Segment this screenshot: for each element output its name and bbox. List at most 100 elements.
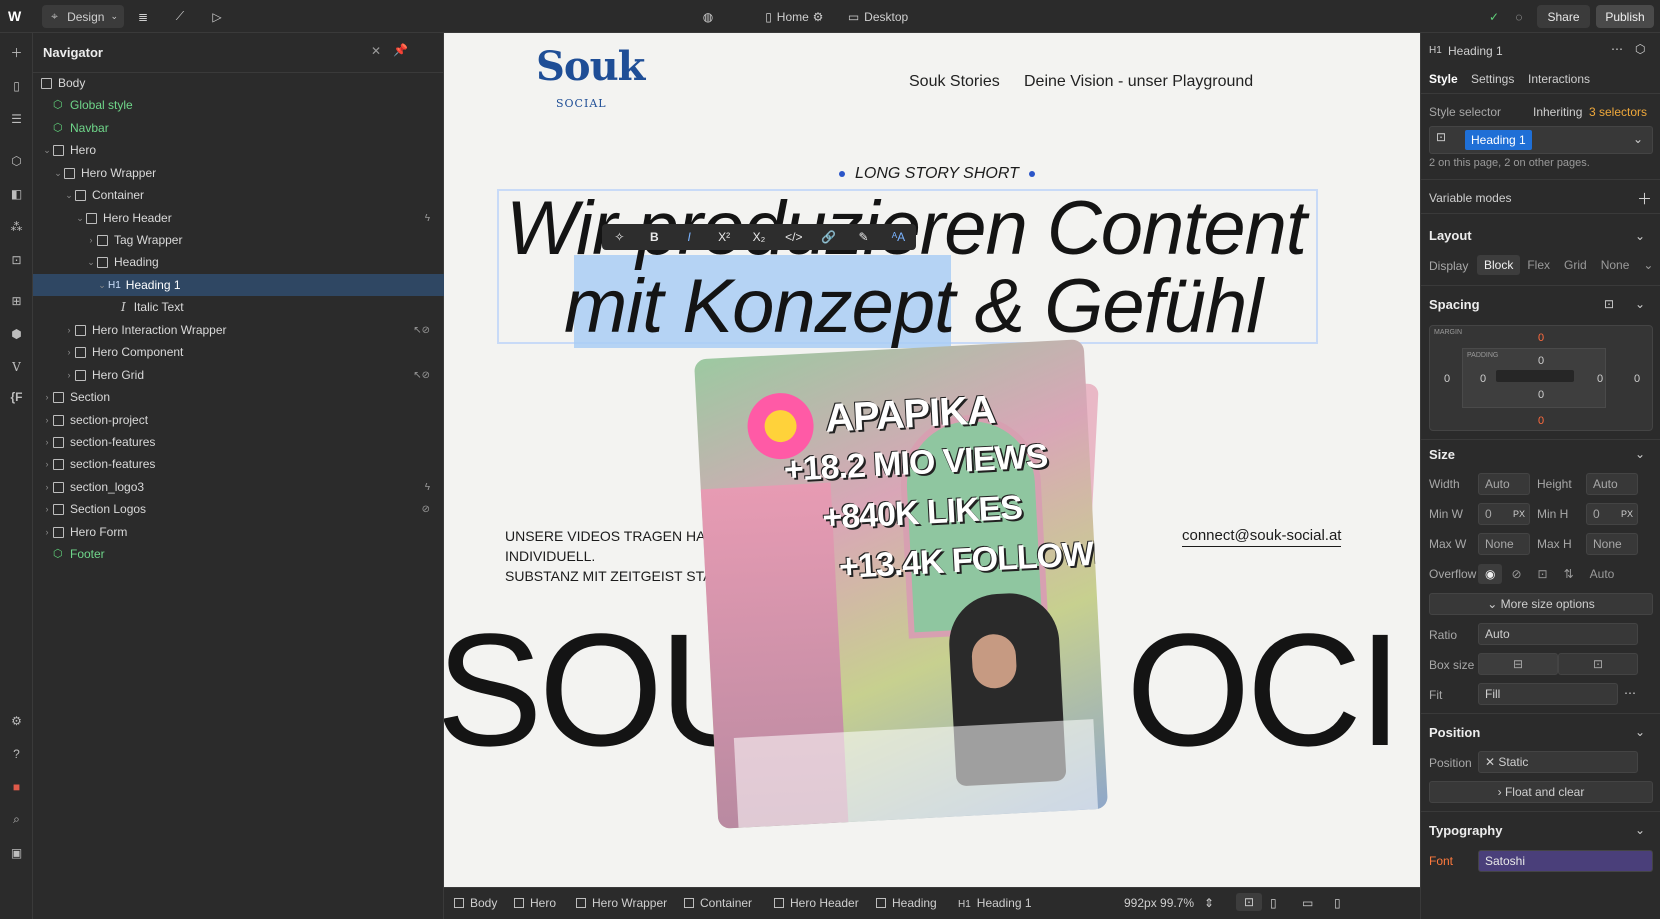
globe-icon[interactable]: ◍ [698, 5, 718, 28]
chevron-down-icon[interactable]: ⌄ [74, 213, 86, 224]
font-select[interactable]: Satoshi [1478, 850, 1653, 872]
cms-collections-icon[interactable]: ◧ [7, 184, 26, 203]
mobile-landscape-icon[interactable]: ▭ [1302, 896, 1313, 910]
page-settings-gear-icon[interactable]: ⚙ [808, 5, 828, 28]
overflow-visible-eye-icon[interactable]: ◉ [1478, 564, 1503, 584]
component-icon[interactable]: ⬡ [1635, 42, 1645, 56]
display-block-option[interactable]: Block [1477, 255, 1521, 275]
padding-right-value[interactable]: 0 [1597, 373, 1603, 385]
chevron-right-icon[interactable]: › [41, 437, 53, 447]
bold-icon[interactable]: B [644, 230, 664, 244]
tree-item-footer[interactable]: ⬡ Footer [33, 543, 444, 565]
tree-item-hero-wrapper[interactable]: ⌄ Hero Wrapper [33, 162, 444, 184]
crumb-body[interactable]: Body [454, 896, 497, 910]
apps-icon[interactable]: ⊞ [7, 291, 26, 310]
brush-icon[interactable]: ✎ [854, 230, 874, 244]
brand-logo[interactable]: Souk SOCIAL [536, 43, 645, 110]
min-height-input[interactable]: 0 PX [1586, 503, 1638, 525]
record-icon[interactable]: ■ [7, 777, 26, 796]
more-options-icon[interactable]: ⋯ [1624, 686, 1636, 700]
max-height-input[interactable]: None [1586, 533, 1638, 555]
share-button[interactable]: Share [1537, 5, 1590, 28]
version-icon[interactable]: V [7, 357, 26, 376]
more-options-icon[interactable]: ⋯ [1611, 42, 1623, 56]
text-case-icon[interactable]: ᴬA [888, 230, 908, 244]
position-select[interactable]: ✕ Static [1478, 751, 1638, 773]
video-tutorial-icon[interactable]: ▣ [7, 843, 26, 862]
superscript-icon[interactable]: X² [714, 230, 734, 244]
add-variable-mode-icon[interactable]: ＋ [1637, 188, 1652, 209]
webflow-logo-icon[interactable]: W [8, 8, 26, 24]
collapse-all-icon[interactable]: ✕ [371, 44, 381, 58]
fit-select[interactable]: Fill [1478, 683, 1618, 705]
pin-icon[interactable]: 📌 [393, 43, 408, 57]
inheriting-count[interactable]: 3 selectors [1589, 105, 1647, 119]
min-width-unit[interactable]: PX [1513, 509, 1525, 519]
libraries-icon[interactable]: ⬢ [7, 324, 26, 343]
settings-gear-icon[interactable]: ⚙ [7, 711, 26, 730]
tab-interactions[interactable]: Interactions [1528, 72, 1590, 86]
tree-item-global-style[interactable]: ⬡ Global style [33, 94, 444, 116]
height-input[interactable]: Auto [1586, 473, 1638, 495]
chevron-down-icon[interactable]: ⌄ [1635, 447, 1645, 461]
display-grid-option[interactable]: Grid [1557, 255, 1594, 275]
tree-item-heading[interactable]: ⌄ Heading [33, 251, 444, 273]
more-size-options-button[interactable]: ⌄ More size options [1429, 593, 1653, 615]
cms-icon[interactable]: ≣ [133, 5, 153, 28]
comments-icon[interactable]: ◌ [1509, 5, 1529, 28]
chevron-down-icon[interactable]: ⌄ [1633, 132, 1643, 146]
tree-item-container[interactable]: ⌄ Container [33, 184, 444, 206]
crumb-heading[interactable]: Heading [876, 896, 937, 910]
featured-photo-card[interactable]: APAPIKA +18.2 MIO VIEWS +840K LIKES +13.… [693, 339, 1109, 829]
chevron-right-icon[interactable]: › [41, 527, 53, 537]
chevron-right-icon[interactable]: › [41, 392, 53, 402]
float-clear-button[interactable]: › Float and clear [1429, 781, 1653, 803]
chevron-down-icon[interactable]: ⌄ [85, 257, 97, 268]
contact-email-link[interactable]: connect@souk-social.at [1182, 527, 1342, 547]
assets-icon[interactable]: ⊡ [7, 250, 26, 269]
tree-item-section-project[interactable]: › section-project [33, 409, 444, 431]
tree-item-section[interactable]: › Section [33, 386, 444, 408]
overflow-clip-icon[interactable]: ⇅ [1557, 564, 1581, 584]
code-icon[interactable]: </> [784, 230, 804, 244]
chevron-down-icon[interactable]: ⌄ [63, 190, 75, 201]
position-section-title[interactable]: Position [1429, 725, 1480, 740]
overflow-hidden-eye-icon[interactable]: ⊘ [1504, 564, 1528, 584]
chevron-down-icon[interactable]: ⌄ [1636, 255, 1660, 275]
subscript-icon[interactable]: X₂ [749, 230, 769, 244]
design-mode-button[interactable]: ⌖ Design ⌄ [42, 5, 124, 28]
analytics-icon[interactable]: ⟋ [170, 5, 190, 28]
resize-icon[interactable]: ⇕ [1204, 896, 1214, 910]
chevron-right-icon[interactable]: › [41, 504, 53, 514]
chevron-right-icon[interactable]: › [63, 325, 75, 335]
max-width-input[interactable]: None [1478, 533, 1530, 555]
crumb-container[interactable]: Container [684, 896, 752, 910]
components-icon[interactable]: ⬡ [7, 151, 26, 170]
breakpoint-selector[interactable]: ▭ Desktop [838, 5, 918, 28]
finsweet-icon[interactable]: {F [7, 387, 26, 406]
chevron-down-icon[interactable]: ⌄ [52, 168, 64, 179]
typography-section-title[interactable]: Typography [1429, 823, 1502, 838]
tree-item-heading-1[interactable]: ⌄ H1 Heading 1 [33, 274, 444, 296]
overflow-auto-option[interactable]: Auto [1583, 564, 1622, 584]
chevron-right-icon[interactable]: › [41, 415, 53, 425]
chevron-down-icon[interactable]: ⌄ [1635, 823, 1645, 837]
tree-item-section-features[interactable]: › section-features [33, 431, 444, 453]
spacing-section-title[interactable]: Spacing [1429, 297, 1480, 312]
ratio-select[interactable]: Auto [1478, 623, 1638, 645]
desktop-view-icon[interactable]: ⊡ [1236, 893, 1263, 911]
tab-style[interactable]: Style [1429, 72, 1458, 86]
style-selector-field[interactable]: ⊡ [1429, 126, 1653, 154]
margin-left-value[interactable]: 0 [1444, 373, 1450, 385]
ai-sparkle-icon[interactable]: ✧ [609, 230, 629, 244]
margin-bottom-value[interactable]: 0 [1538, 415, 1544, 427]
chevron-right-icon[interactable]: › [63, 347, 75, 357]
chevron-right-icon[interactable]: › [41, 459, 53, 469]
tree-item-hero-component[interactable]: › Hero Component [33, 341, 444, 363]
tree-item-hero[interactable]: ⌄ Hero [33, 139, 444, 161]
min-height-unit[interactable]: PX [1621, 509, 1633, 519]
preview-play-icon[interactable]: ▷ [207, 5, 227, 28]
padding-bottom-value[interactable]: 0 [1538, 389, 1544, 401]
chevron-right-icon[interactable]: › [85, 235, 97, 245]
heading-line-2[interactable]: mit Konzept & Gefühl [564, 263, 1263, 350]
